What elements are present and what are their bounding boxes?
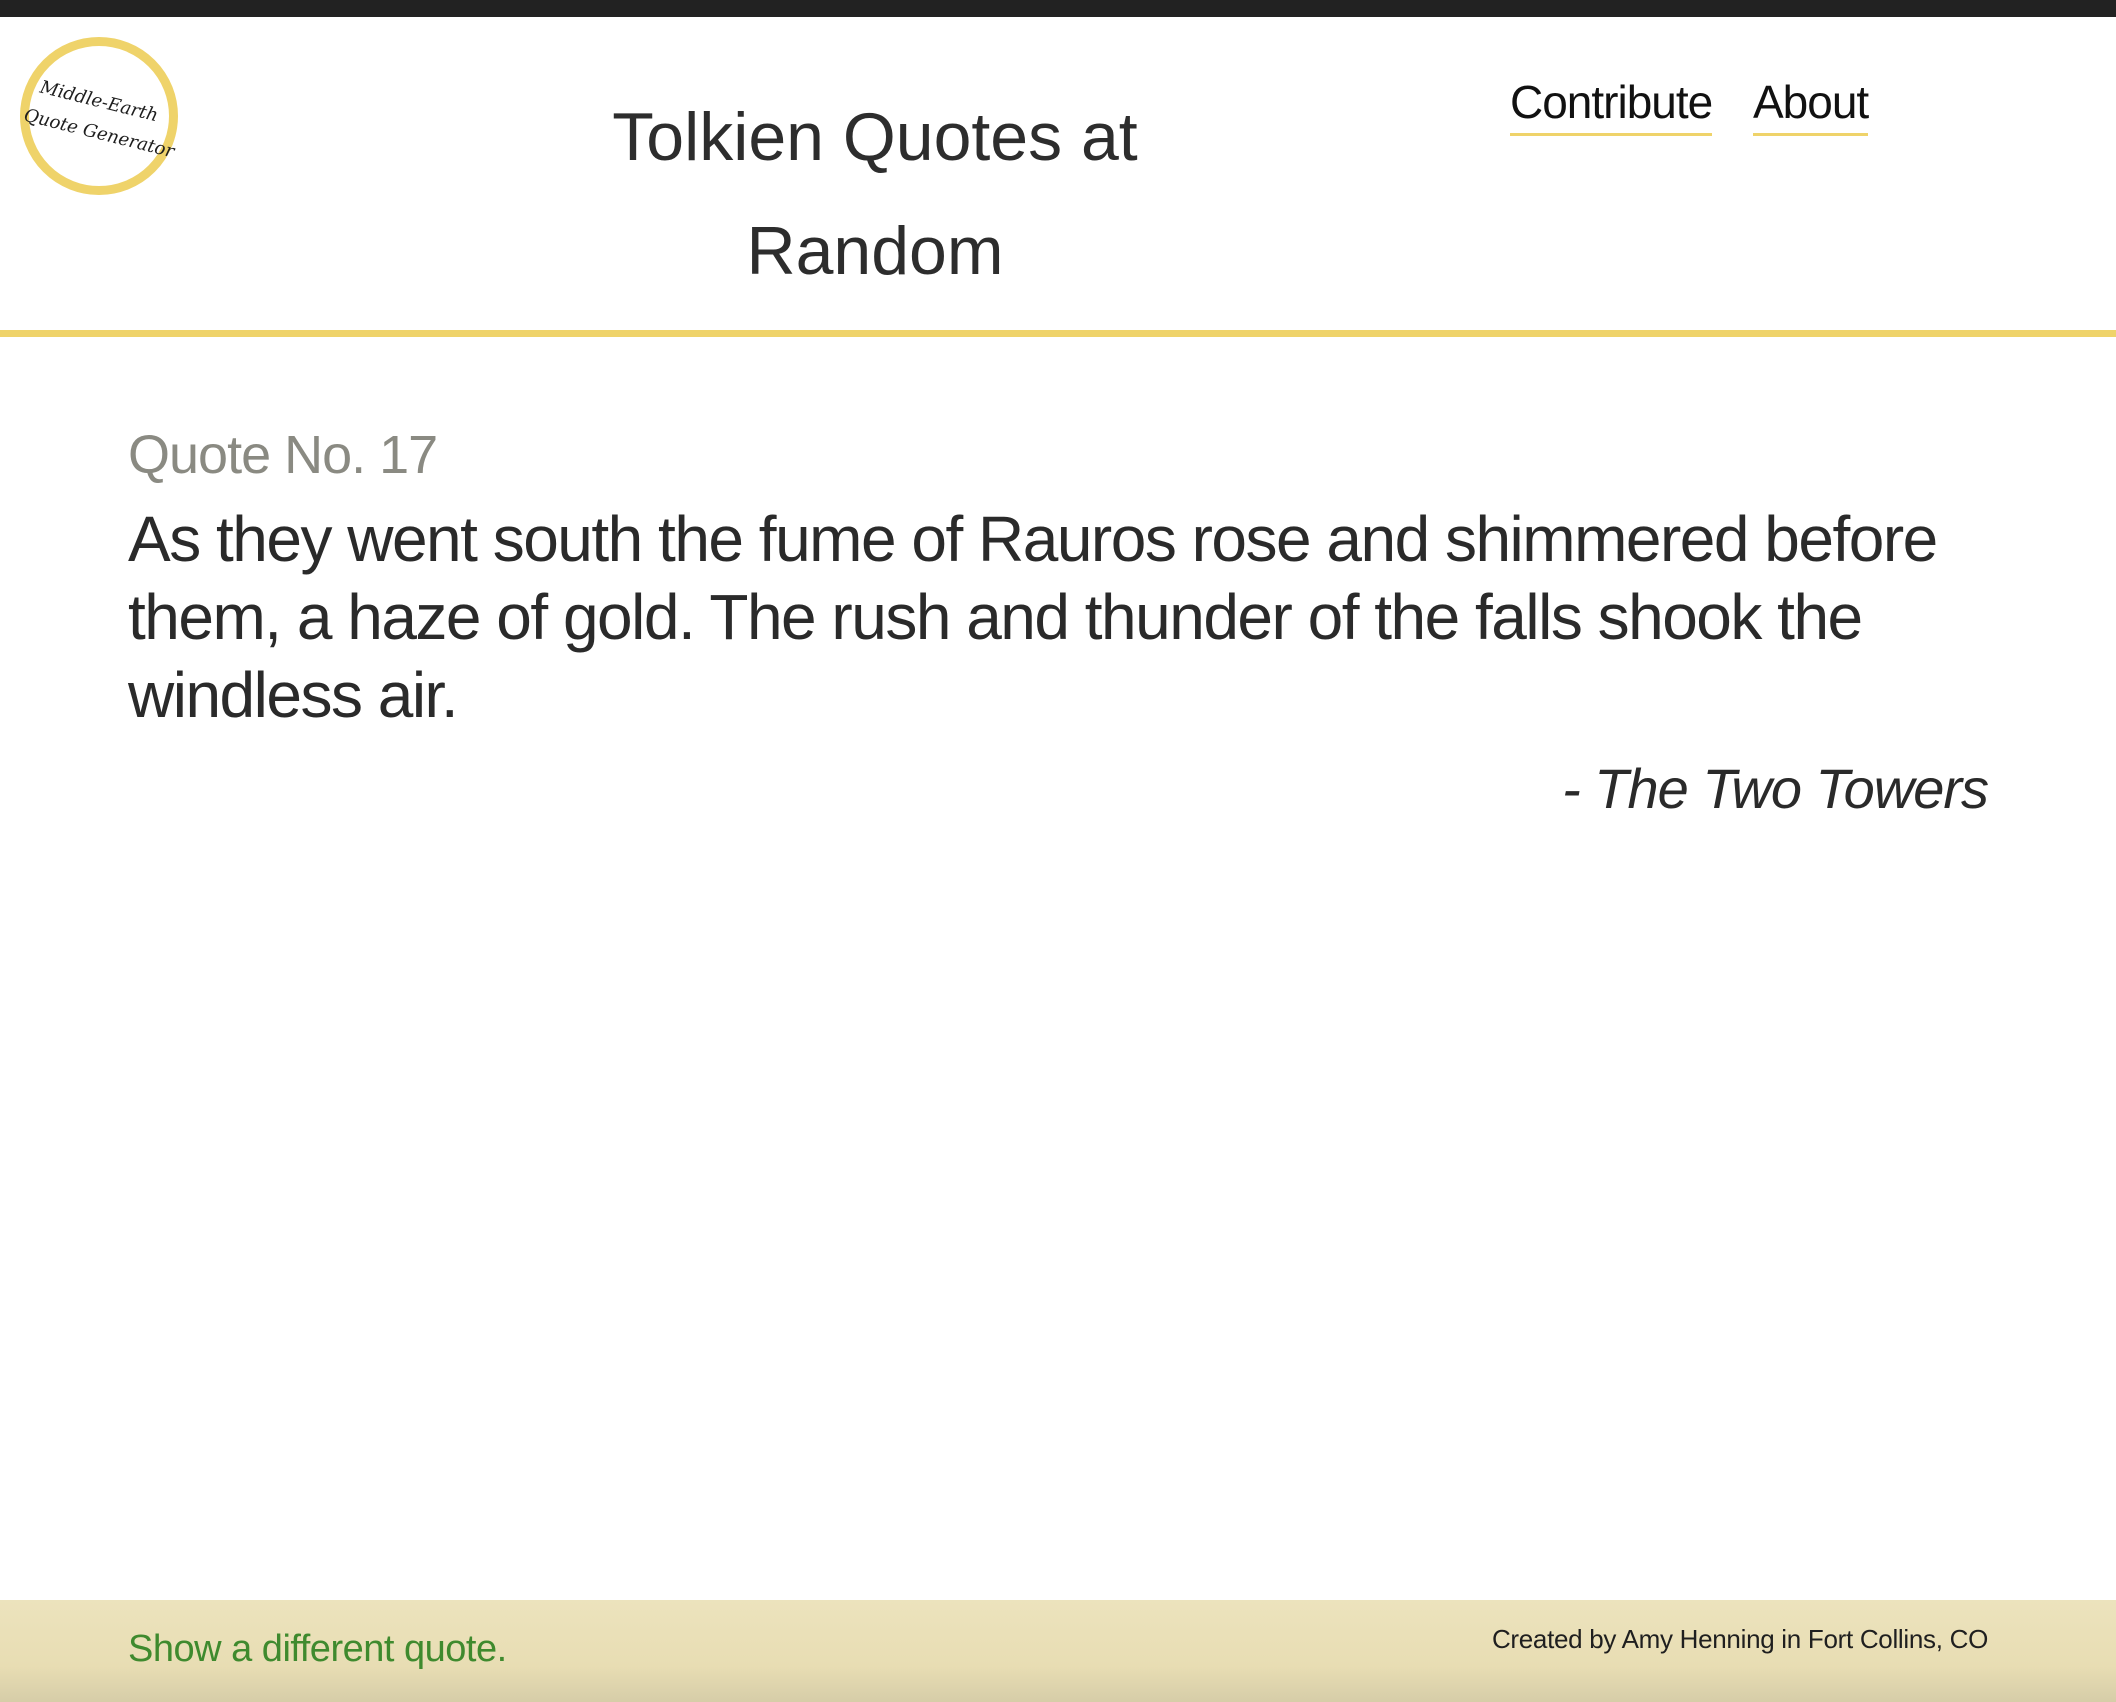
page: Middle-Earth Quote Generator Tolkien Quo… bbox=[0, 0, 2116, 1702]
site-footer: Show a different quote. Created by Amy H… bbox=[0, 1600, 2116, 1702]
header-divider bbox=[0, 330, 2116, 337]
quote-source: - The Two Towers bbox=[1562, 757, 1989, 820]
quote-text: As they went south the fume of Rauros ro… bbox=[128, 503, 1938, 731]
show-different-quote-link[interactable]: Show a different quote. bbox=[128, 1628, 507, 1671]
site-title: Tolkien Quotes at Random bbox=[612, 99, 1138, 289]
browser-top-strip bbox=[0, 0, 2116, 17]
site-logo[interactable]: Middle-Earth Quote Generator bbox=[20, 37, 178, 195]
footer-credit: Created by Amy Henning in Fort Collins, … bbox=[1491, 1624, 1988, 1654]
nav-about-link[interactable]: About bbox=[1753, 75, 1869, 136]
nav-contribute-link[interactable]: Contribute bbox=[1510, 75, 1713, 136]
quote-section: Quote No. 17 As they went south the fume… bbox=[128, 400, 1989, 824]
quote-number: Quote No. 17 bbox=[128, 425, 438, 485]
